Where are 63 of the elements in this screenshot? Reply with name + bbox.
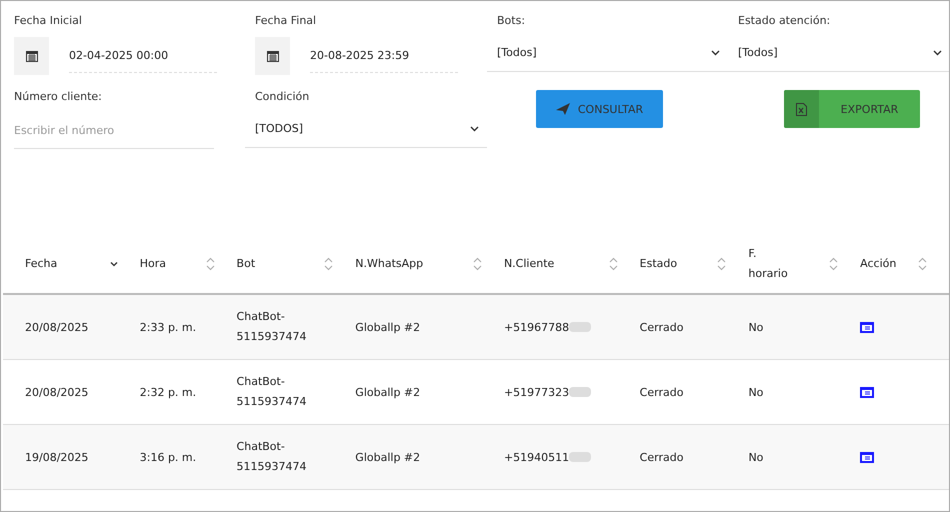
table-cell: +51967788 <box>504 320 570 334</box>
table-cell: Cerrado <box>640 320 684 334</box>
table-cell-text: ChatBot-5115937474 <box>236 439 308 475</box>
calendar-button[interactable] <box>14 36 49 74</box>
table-cell-text: ChatBot-5115937474 <box>236 374 308 410</box>
table-cell: +51977323 <box>504 386 570 398</box>
field-label: Fecha Final <box>255 14 318 29</box>
column-header: N.Cliente <box>504 256 554 272</box>
sort-icon[interactable] <box>829 256 838 270</box>
sort-icon[interactable] <box>472 256 482 270</box>
table-cell: 19/08/2025 <box>25 450 88 464</box>
table-cell: Globallp #2 <box>355 450 420 464</box>
paper-plane-icon <box>556 103 570 115</box>
field-label: Estado atención: <box>738 14 832 29</box>
sort-icon[interactable] <box>206 256 215 270</box>
redacted-block <box>569 452 592 462</box>
table-cell: Cerrado <box>640 450 684 464</box>
condition-dropdown[interactable]: [TODOS] <box>245 110 487 148</box>
table-cell: 2:33 p. m. <box>140 320 196 334</box>
status-dropdown[interactable]: [Todos] <box>728 34 949 72</box>
column-header: F. horario <box>748 246 789 282</box>
table-cell: 20/08/2025 <box>25 386 88 398</box>
calendar-icon <box>266 50 278 62</box>
field-label: Bots: <box>497 14 526 29</box>
table-cell: Globallp #2 <box>355 320 420 334</box>
column-header: Hora <box>140 256 166 272</box>
detail-icon[interactable] <box>860 322 874 332</box>
sort-icon[interactable] <box>608 256 618 270</box>
chevron-down-icon <box>711 50 720 56</box>
table-cell: +51940511 <box>504 450 570 464</box>
redacted-block <box>569 322 592 332</box>
sort-icon[interactable] <box>918 256 927 270</box>
table-cell: Globallp #2 <box>355 386 420 398</box>
table-cell: No <box>748 450 764 464</box>
table-cell: 3:16 p. m. <box>140 450 196 464</box>
detail-icon[interactable] <box>860 452 874 462</box>
calendar-icon <box>26 50 38 62</box>
field-label: Condición <box>255 90 310 105</box>
field-label: Número cliente: <box>14 90 103 105</box>
calendar-button[interactable] <box>255 36 290 74</box>
table-cell: No <box>748 386 764 398</box>
table-cell: 20/08/2025 <box>25 320 88 334</box>
sort-icon[interactable] <box>324 256 334 270</box>
table-cell: 2:32 p. m. <box>140 386 196 398</box>
detail-icon[interactable] <box>860 386 874 398</box>
table-cell-text: ChatBot-5115937474 <box>236 309 308 345</box>
chevron-down-icon <box>470 126 479 132</box>
sort-descending-icon[interactable] <box>110 260 118 266</box>
consultar-button[interactable]: CONSULTAR <box>536 90 663 128</box>
sort-icon[interactable] <box>717 256 726 270</box>
export-button[interactable]: EXPORTAR <box>784 90 920 128</box>
table-cell: No <box>748 320 764 334</box>
table-cell: Cerrado <box>640 386 684 398</box>
bots-dropdown[interactable]: [Todos] <box>487 34 728 72</box>
column-header: Bot <box>236 256 256 272</box>
excel-file-icon <box>796 102 807 116</box>
column-header: Acción <box>860 256 896 272</box>
column-header: N.WhatsApp <box>355 256 424 272</box>
column-header: Fecha <box>25 256 58 272</box>
field-label: Fecha Inicial <box>14 14 83 29</box>
redacted-block <box>569 387 592 397</box>
chevron-down-icon <box>933 50 942 56</box>
column-header: Estado <box>640 256 678 272</box>
